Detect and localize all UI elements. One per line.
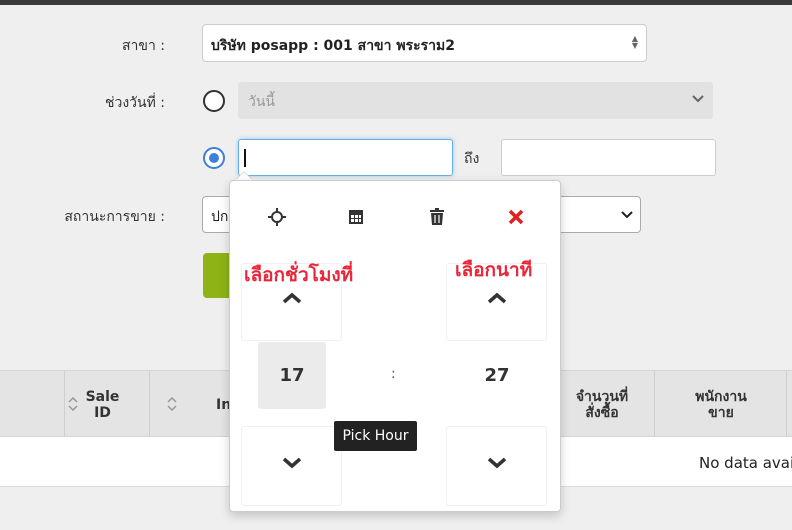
column-label: จำนวนที่ bbox=[575, 389, 629, 405]
annotation-pick-minute: เลือกนาที bbox=[455, 259, 533, 281]
branch-select[interactable]: บริษัท posapp : 001 สาขา พระราม2 ▲ ▼ bbox=[202, 24, 647, 62]
text-caret bbox=[244, 149, 246, 167]
pick-hour-tooltip: Pick Hour bbox=[334, 421, 417, 451]
column-sale-id[interactable]: Sale ID bbox=[65, 371, 150, 437]
chevron-down-icon[interactable] bbox=[487, 457, 507, 469]
radio-preset-day[interactable] bbox=[203, 90, 225, 112]
calendar-icon[interactable] bbox=[346, 207, 366, 227]
radio-custom-range[interactable] bbox=[203, 147, 225, 169]
preset-day-select[interactable]: วันนี้ bbox=[238, 82, 713, 119]
column-label: ID bbox=[94, 405, 111, 421]
sale-status-label: สถานะการขาย : bbox=[64, 209, 165, 225]
branch-select-value: บริษัท posapp : 001 สาขา พระราม2 bbox=[211, 38, 455, 54]
time-separator: : bbox=[391, 366, 396, 382]
trash-icon[interactable] bbox=[427, 207, 447, 227]
chevron-down-icon bbox=[621, 211, 633, 219]
chevron-up-icon[interactable] bbox=[282, 292, 302, 304]
column-label: Sale bbox=[85, 389, 120, 405]
sort-icon bbox=[68, 397, 78, 411]
preset-day-value: วันนี้ bbox=[248, 94, 276, 110]
crosshair-icon[interactable] bbox=[267, 207, 287, 227]
sort-icon bbox=[167, 397, 177, 411]
column-label: พนักงาน bbox=[695, 389, 747, 405]
minute-value[interactable]: 27 bbox=[463, 342, 531, 409]
date-to-input[interactable] bbox=[501, 139, 716, 176]
table-header-cell bbox=[0, 371, 65, 437]
chevron-up-icon[interactable] bbox=[487, 292, 507, 304]
top-bar bbox=[0, 0, 792, 5]
picker-arrow bbox=[236, 172, 252, 180]
to-label: ถึง bbox=[464, 151, 480, 167]
date-from-input[interactable] bbox=[238, 139, 453, 176]
branch-label: สาขา : bbox=[121, 38, 165, 54]
select-arrows-icon: ▲ ▼ bbox=[631, 34, 638, 50]
column-order-qty[interactable]: จำนวนที่ สั่งซื้อ bbox=[555, 371, 655, 437]
close-icon[interactable] bbox=[506, 207, 526, 227]
date-range-label: ช่วงวันที่ : bbox=[104, 95, 165, 111]
column-label: สั่งซื้อ bbox=[585, 405, 619, 421]
column-sales-staff[interactable]: พนักงาน ขาย bbox=[655, 371, 787, 437]
chevron-down-icon bbox=[692, 95, 704, 103]
sale-status-value: ปก bbox=[211, 209, 229, 225]
chevron-down-icon[interactable] bbox=[282, 457, 302, 469]
column-label: ขาย bbox=[708, 405, 734, 421]
hour-value[interactable]: 17 bbox=[258, 342, 326, 409]
empty-table-message: No data avail bbox=[699, 454, 792, 472]
annotation-pick-hour: เลือกชั่วโมงที่ bbox=[244, 264, 354, 286]
